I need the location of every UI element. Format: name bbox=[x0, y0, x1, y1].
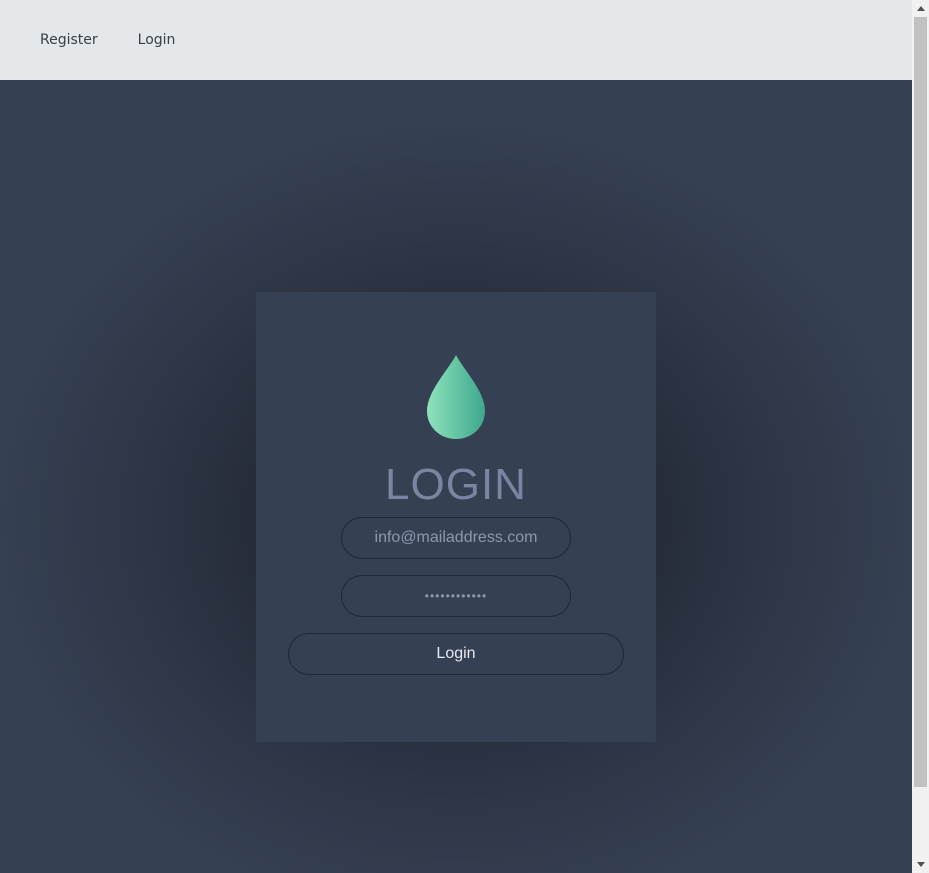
water-drop-icon bbox=[427, 355, 485, 439]
scrollbar-thumb[interactable] bbox=[914, 17, 927, 787]
top-navbar: Register Login bbox=[0, 0, 912, 80]
login-card: LOGIN Login bbox=[256, 292, 656, 742]
nav-register-link[interactable]: Register bbox=[40, 32, 98, 48]
vertical-scrollbar[interactable] bbox=[912, 0, 929, 873]
email-field[interactable] bbox=[341, 517, 571, 559]
scroll-down-arrow-icon[interactable] bbox=[912, 856, 929, 873]
page-viewport: Register Login LOGIN Login bbox=[0, 0, 912, 873]
scroll-up-arrow-icon[interactable] bbox=[912, 0, 929, 17]
password-field[interactable] bbox=[341, 575, 571, 617]
login-button[interactable]: Login bbox=[288, 633, 624, 675]
login-title: LOGIN bbox=[385, 460, 527, 509]
nav-login-link[interactable]: Login bbox=[138, 32, 176, 48]
